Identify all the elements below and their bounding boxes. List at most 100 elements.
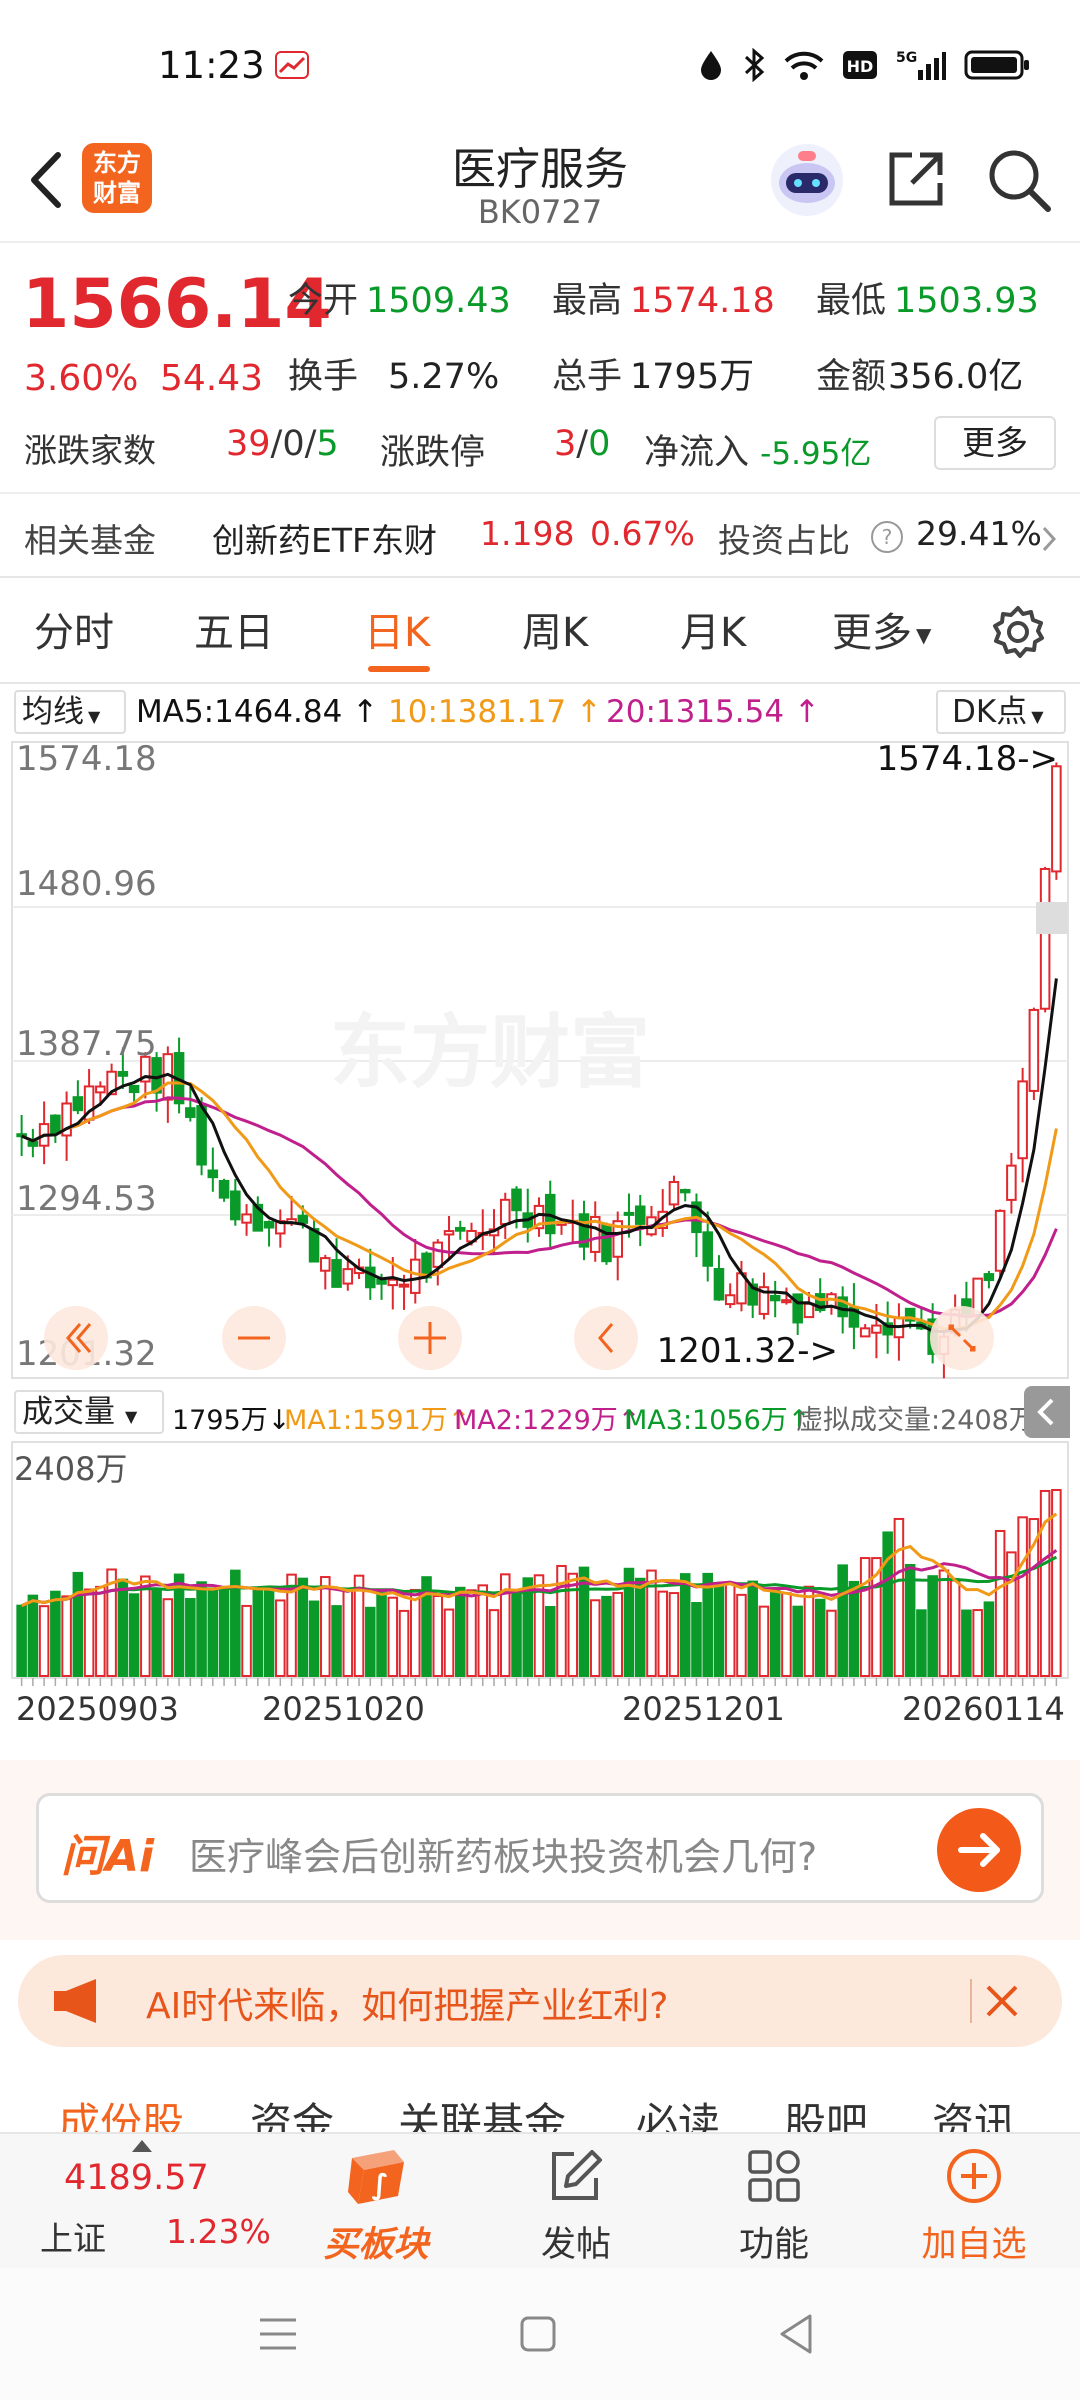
functions-button[interactable]: 功能 — [684, 2134, 864, 2270]
zoom-out-button[interactable] — [222, 1306, 286, 1370]
bottom-toolbar: 4189.57 上证 1.23% ∫ 买板块 发帖 功能 加自选 — [0, 2132, 1080, 2268]
ask-submit-button[interactable] — [937, 1808, 1021, 1892]
candle-body — [95, 1085, 106, 1094]
water-drop-icon — [701, 51, 721, 80]
y-tick-label: 1387.75 — [16, 1024, 157, 1064]
indicator-select[interactable]: 均线 ▼ — [14, 690, 126, 734]
candle-body — [601, 1223, 612, 1263]
open-value: 1509.43 — [366, 281, 511, 321]
open-stat: 今开 1509.43 — [288, 272, 511, 323]
more-stats-button[interactable]: 更多 — [934, 416, 1056, 470]
candle-body — [983, 1273, 995, 1282]
dk-point-select[interactable]: DK点 ▼ — [936, 690, 1066, 734]
divider — [970, 1979, 972, 2023]
menu-icon[interactable] — [258, 2314, 298, 2354]
candle-body — [297, 1214, 309, 1224]
amount-label: 金额 — [816, 357, 887, 397]
volume-bar — [713, 1583, 725, 1677]
change-percent: 3.60% — [24, 358, 139, 399]
chevron-right-icon[interactable] — [1040, 524, 1058, 554]
low-stat: 最低 1503.93 — [816, 272, 1039, 323]
tab-capital[interactable]: 资金 — [250, 2090, 334, 2132]
candle-body — [331, 1259, 342, 1288]
tab-daily-k[interactable]: 日K — [364, 600, 430, 658]
promo-banner[interactable]: AI时代来临，如何把握产业红利? — [18, 1955, 1062, 2047]
gear-icon[interactable] — [990, 604, 1046, 660]
volume-bar — [668, 1592, 680, 1677]
index-name: 上证 — [40, 2219, 106, 2258]
scroll-left-button[interactable] — [574, 1306, 638, 1370]
volume-bar — [927, 1575, 938, 1677]
tab-related-funds[interactable]: 关联基金 — [398, 2090, 566, 2132]
low-label: 最低 — [816, 281, 887, 321]
volume-bar — [781, 1592, 792, 1677]
volume-bar — [938, 1569, 950, 1677]
buy-board-label: 买板块 — [323, 2225, 429, 2265]
signal-5g-icon: 5G — [896, 50, 946, 80]
volume-bar — [826, 1609, 837, 1677]
ma10-value: 10:1381.17 ↑ — [388, 694, 602, 730]
volume-stat: 总手 1795万 — [552, 348, 754, 399]
volume-bar — [331, 1605, 342, 1677]
limit-label: 涨跌停 — [380, 433, 486, 473]
volume-bar — [612, 1591, 624, 1677]
tab-constituents[interactable]: 成份股 — [58, 2090, 184, 2132]
home-icon[interactable] — [518, 2314, 558, 2354]
candle-body — [1039, 867, 1051, 1010]
tab-five-day[interactable]: 五日 — [194, 600, 274, 658]
buy-board-button[interactable]: ∫ 买板块 — [286, 2134, 466, 2270]
ask-ai-box[interactable]: 问Ai 医疗峰会后创新药板块投资机会几何? — [36, 1793, 1044, 1903]
volume-bar — [803, 1585, 815, 1677]
post-button[interactable]: 发帖 — [486, 2134, 666, 2270]
divider — [0, 576, 1080, 578]
close-icon[interactable] — [978, 1977, 1026, 2025]
tab-more[interactable]: 更多 ▼ — [832, 600, 931, 658]
volume-bar — [466, 1589, 477, 1678]
tab-intraday[interactable]: 分时 — [34, 600, 114, 658]
tab-monthly-k[interactable]: 月K — [680, 600, 746, 658]
add-watchlist-button[interactable]: 加自选 — [884, 2134, 1064, 2270]
arrow-right-icon — [958, 1833, 1000, 1867]
notification-icon — [275, 51, 309, 79]
kline-chart[interactable]: 东方财富 1574.18 1480.96 1387.75 1294.53 120… — [0, 740, 1080, 1380]
scroll-left-fast-button[interactable] — [44, 1306, 108, 1370]
tab-weekly-k[interactable]: 周K — [522, 600, 588, 658]
fullscreen-button[interactable] — [930, 1306, 994, 1370]
zoom-in-button[interactable] — [398, 1306, 462, 1370]
arrow-up-icon: ↑ — [793, 694, 820, 730]
tab-forum[interactable]: 股吧 — [784, 2090, 868, 2132]
netflow-value: -5.95亿 — [760, 436, 872, 472]
volume-bar — [297, 1577, 309, 1677]
volume-bar — [837, 1564, 848, 1677]
back-icon[interactable] — [776, 2312, 816, 2356]
amount-value: 356.0亿 — [888, 357, 1024, 397]
ask-ai-question[interactable]: 医疗峰会后创新药板块投资机会几何? — [189, 1826, 817, 1881]
min-marker: 1201.32-> — [657, 1331, 838, 1371]
fund-name[interactable]: 创新药ETF东财 — [212, 514, 437, 562]
indicator-select-label: 均线 — [22, 694, 84, 730]
tab-news[interactable]: 资讯 — [932, 2090, 1016, 2132]
tab-must-read[interactable]: 必读 — [636, 2090, 720, 2132]
volume-bar — [904, 1563, 916, 1677]
volume-bar — [511, 1589, 522, 1678]
volume-bar — [601, 1595, 612, 1677]
candle-body — [859, 1327, 871, 1338]
volume-bar — [218, 1588, 230, 1677]
y-tick-label: 1294.53 — [16, 1179, 157, 1219]
related-fund-row[interactable]: 相关基金 创新药ETF东财 1.198 0.67% 投资占比 ? 29.41% — [0, 494, 1080, 576]
candle-body — [185, 1107, 196, 1118]
ai-robot-icon[interactable] — [768, 141, 846, 219]
candle-body — [634, 1205, 646, 1225]
turnover-value: 5.27% — [388, 357, 500, 397]
help-icon[interactable]: ? — [870, 520, 904, 554]
search-icon[interactable] — [986, 147, 1052, 213]
ma10-text: 10:1381.17 — [388, 694, 567, 730]
volume-chart[interactable]: 2408万 — [0, 1380, 1080, 1690]
share-icon[interactable] — [884, 147, 948, 211]
volume-bar — [308, 1600, 320, 1677]
high-value: 1574.18 — [630, 281, 775, 321]
turnover-stat: 换手 5.27% — [288, 348, 499, 399]
fund-section-label: 相关基金 — [24, 521, 156, 560]
status-bar: 11:23 HD 5G — [0, 0, 1080, 130]
index-ticker[interactable]: 4189.57 上证 1.23% — [20, 2134, 271, 2270]
